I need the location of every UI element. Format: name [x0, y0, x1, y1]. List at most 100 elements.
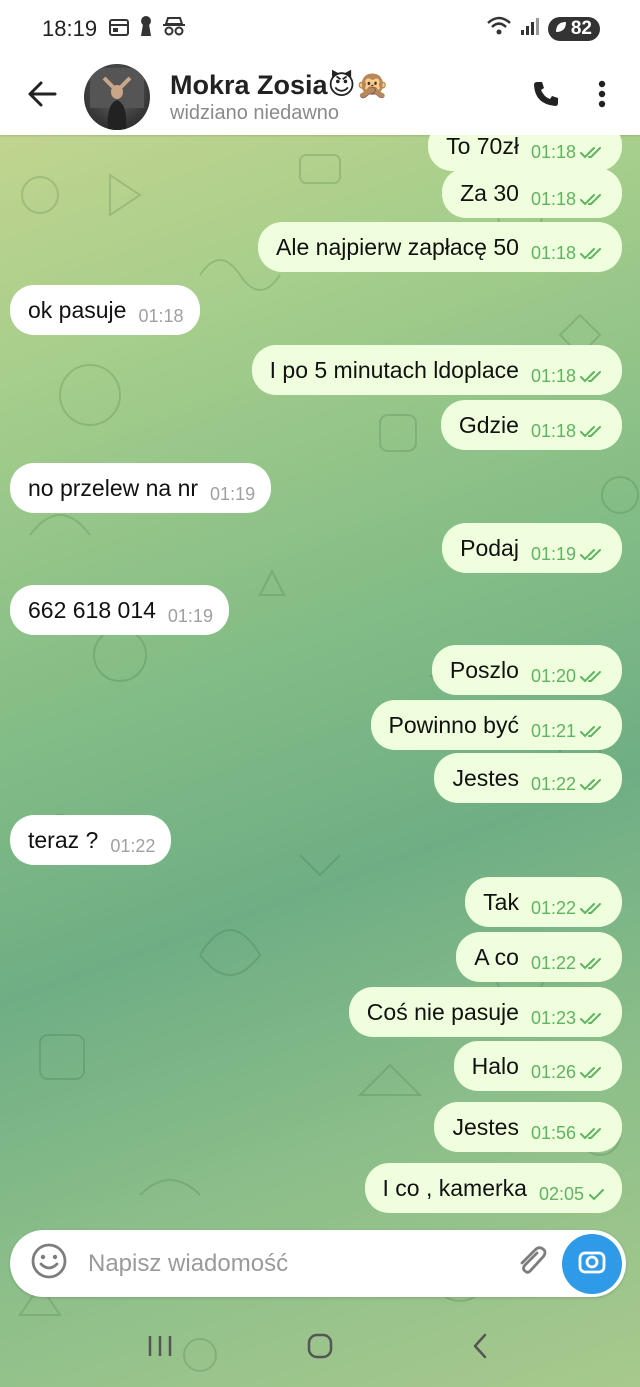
- double-check-icon: [580, 541, 606, 568]
- message-text: Tak: [483, 888, 519, 915]
- camera-button[interactable]: [562, 1233, 622, 1294]
- paperclip-icon: [515, 1244, 549, 1283]
- message-input[interactable]: [88, 1249, 502, 1278]
- incoming-message[interactable]: 662 618 014 01:19: [10, 585, 229, 635]
- emoji-icon: [30, 1242, 68, 1285]
- message-meta: 01:20: [531, 663, 606, 690]
- message-text: ok pasuje: [28, 296, 127, 323]
- signal-icon: [520, 16, 540, 42]
- message-meta: 01:18: [531, 363, 606, 390]
- incoming-message[interactable]: no przelew na nr 01:19: [10, 463, 272, 513]
- system-back-button[interactable]: [440, 1319, 520, 1379]
- single-check-icon: [588, 1181, 606, 1208]
- recent-apps-button[interactable]: [120, 1319, 200, 1379]
- outgoing-message[interactable]: To 70zł 01:18: [428, 135, 622, 171]
- message-time: 01:22: [530, 773, 576, 794]
- message-text: teraz ?: [28, 826, 99, 853]
- message-text: Ale najpierw zapłacę 50: [276, 233, 519, 260]
- message-meta: 01:19: [531, 541, 606, 568]
- recent-apps-icon: [147, 1334, 173, 1363]
- message-time: 01:18: [530, 365, 576, 386]
- message-text: Podaj: [460, 534, 519, 561]
- outgoing-message[interactable]: I co , kamerka 02:05: [364, 1163, 622, 1213]
- incoming-message[interactable]: teraz ? 01:22: [10, 815, 172, 865]
- more-options-button[interactable]: [574, 58, 630, 135]
- incognito-icon: [163, 16, 186, 42]
- message-text: Za 30: [460, 179, 519, 206]
- battery-leaf-icon: [554, 18, 568, 40]
- battery-indicator: 82: [547, 17, 600, 41]
- outgoing-message[interactable]: Jestes 01:22: [434, 753, 622, 803]
- message-meta: 01:19: [168, 606, 213, 627]
- home-button[interactable]: [280, 1319, 360, 1379]
- message-text: Gdzie: [458, 411, 519, 438]
- outgoing-message[interactable]: Coś nie pasuje 01:23: [348, 987, 622, 1037]
- message-text: Powinno być: [388, 711, 519, 738]
- message-text: no przelew na nr: [28, 474, 199, 501]
- incoming-message[interactable]: ok pasuje 01:18: [10, 285, 200, 335]
- message-time: 01:21: [530, 720, 576, 741]
- keyhole-icon: [139, 15, 153, 43]
- outgoing-message[interactable]: I po 5 minutach ldoplace 01:18: [251, 345, 622, 395]
- contact-status: widziano niedawno: [170, 101, 340, 124]
- back-button[interactable]: [0, 58, 84, 135]
- attach-button[interactable]: [502, 1244, 562, 1283]
- message-text: Jestes: [452, 1113, 519, 1140]
- message-time: 01:18: [138, 305, 184, 326]
- call-button[interactable]: [518, 58, 574, 135]
- outgoing-message[interactable]: Gdzie 01:18: [440, 400, 622, 450]
- avatar[interactable]: [84, 63, 150, 130]
- message-list[interactable]: To 70zł 01:18 Za 30 01:18 Ale najpierw zapła…: [0, 135, 640, 1225]
- message-text: Halo: [471, 1052, 519, 1079]
- outgoing-message[interactable]: Za 30 01:18: [442, 168, 622, 218]
- message-time: 01:22: [530, 952, 576, 973]
- message-time: 01:19: [167, 605, 213, 626]
- message-time: 01:23: [530, 1007, 576, 1028]
- message-meta: 01:26: [531, 1059, 606, 1086]
- message-text: A co: [474, 943, 519, 970]
- system-nav-bar: [0, 1310, 640, 1387]
- double-check-icon: [580, 663, 606, 690]
- double-check-icon: [580, 139, 606, 166]
- message-text: To 70zł: [446, 135, 519, 159]
- message-time: 01:18: [530, 242, 576, 263]
- back-arrow-icon: [27, 81, 57, 112]
- outgoing-message[interactable]: Ale najpierw zapłacę 50 01:18: [258, 222, 622, 272]
- double-check-icon: [580, 718, 606, 745]
- message-composer: [10, 1230, 626, 1297]
- double-check-icon: [580, 895, 606, 922]
- double-check-icon: [580, 1120, 606, 1147]
- emoji-button[interactable]: [10, 1242, 88, 1285]
- outgoing-message[interactable]: Powinno być 01:21: [370, 700, 622, 750]
- message-text: 662 618 014: [28, 596, 156, 623]
- outgoing-message[interactable]: Podaj 01:19: [442, 523, 622, 573]
- message-meta: 01:22: [531, 950, 606, 977]
- message-time: 01:18: [530, 141, 576, 162]
- message-meta: 01:22: [531, 771, 606, 798]
- contact-name[interactable]: Mokra Zosia😈🙊: [170, 69, 518, 101]
- double-check-icon: [580, 240, 606, 267]
- wifi-icon: [486, 15, 512, 43]
- double-check-icon: [580, 1059, 606, 1086]
- outgoing-message[interactable]: Jestes 01:56: [434, 1102, 622, 1152]
- message-meta: 01:56: [531, 1120, 606, 1147]
- phone-icon: [531, 79, 561, 114]
- outgoing-message[interactable]: Poszlo 01:20: [431, 645, 622, 695]
- outgoing-message[interactable]: Halo 01:26: [453, 1041, 622, 1091]
- chat-header: Mokra Zosia😈🙊 widziano niedawno: [0, 58, 640, 135]
- message-time: 01:18: [530, 420, 576, 441]
- message-time: 01:26: [530, 1061, 576, 1082]
- calendar-icon: [109, 16, 130, 42]
- message-meta: 01:18: [531, 186, 606, 213]
- message-meta: 01:18: [531, 139, 606, 166]
- message-meta: 01:19: [210, 484, 255, 505]
- message-time: 01:22: [110, 835, 156, 856]
- message-text: Jestes: [452, 764, 519, 791]
- outgoing-message[interactable]: Tak 01:22: [465, 877, 622, 927]
- message-meta: 01:22: [531, 895, 606, 922]
- message-time: 02:05: [538, 1183, 584, 1204]
- outgoing-message[interactable]: A co 01:22: [456, 932, 622, 982]
- message-time: 01:18: [530, 188, 576, 209]
- message-meta: 02:05: [539, 1181, 606, 1208]
- status-bar: 18:19 82: [0, 0, 640, 58]
